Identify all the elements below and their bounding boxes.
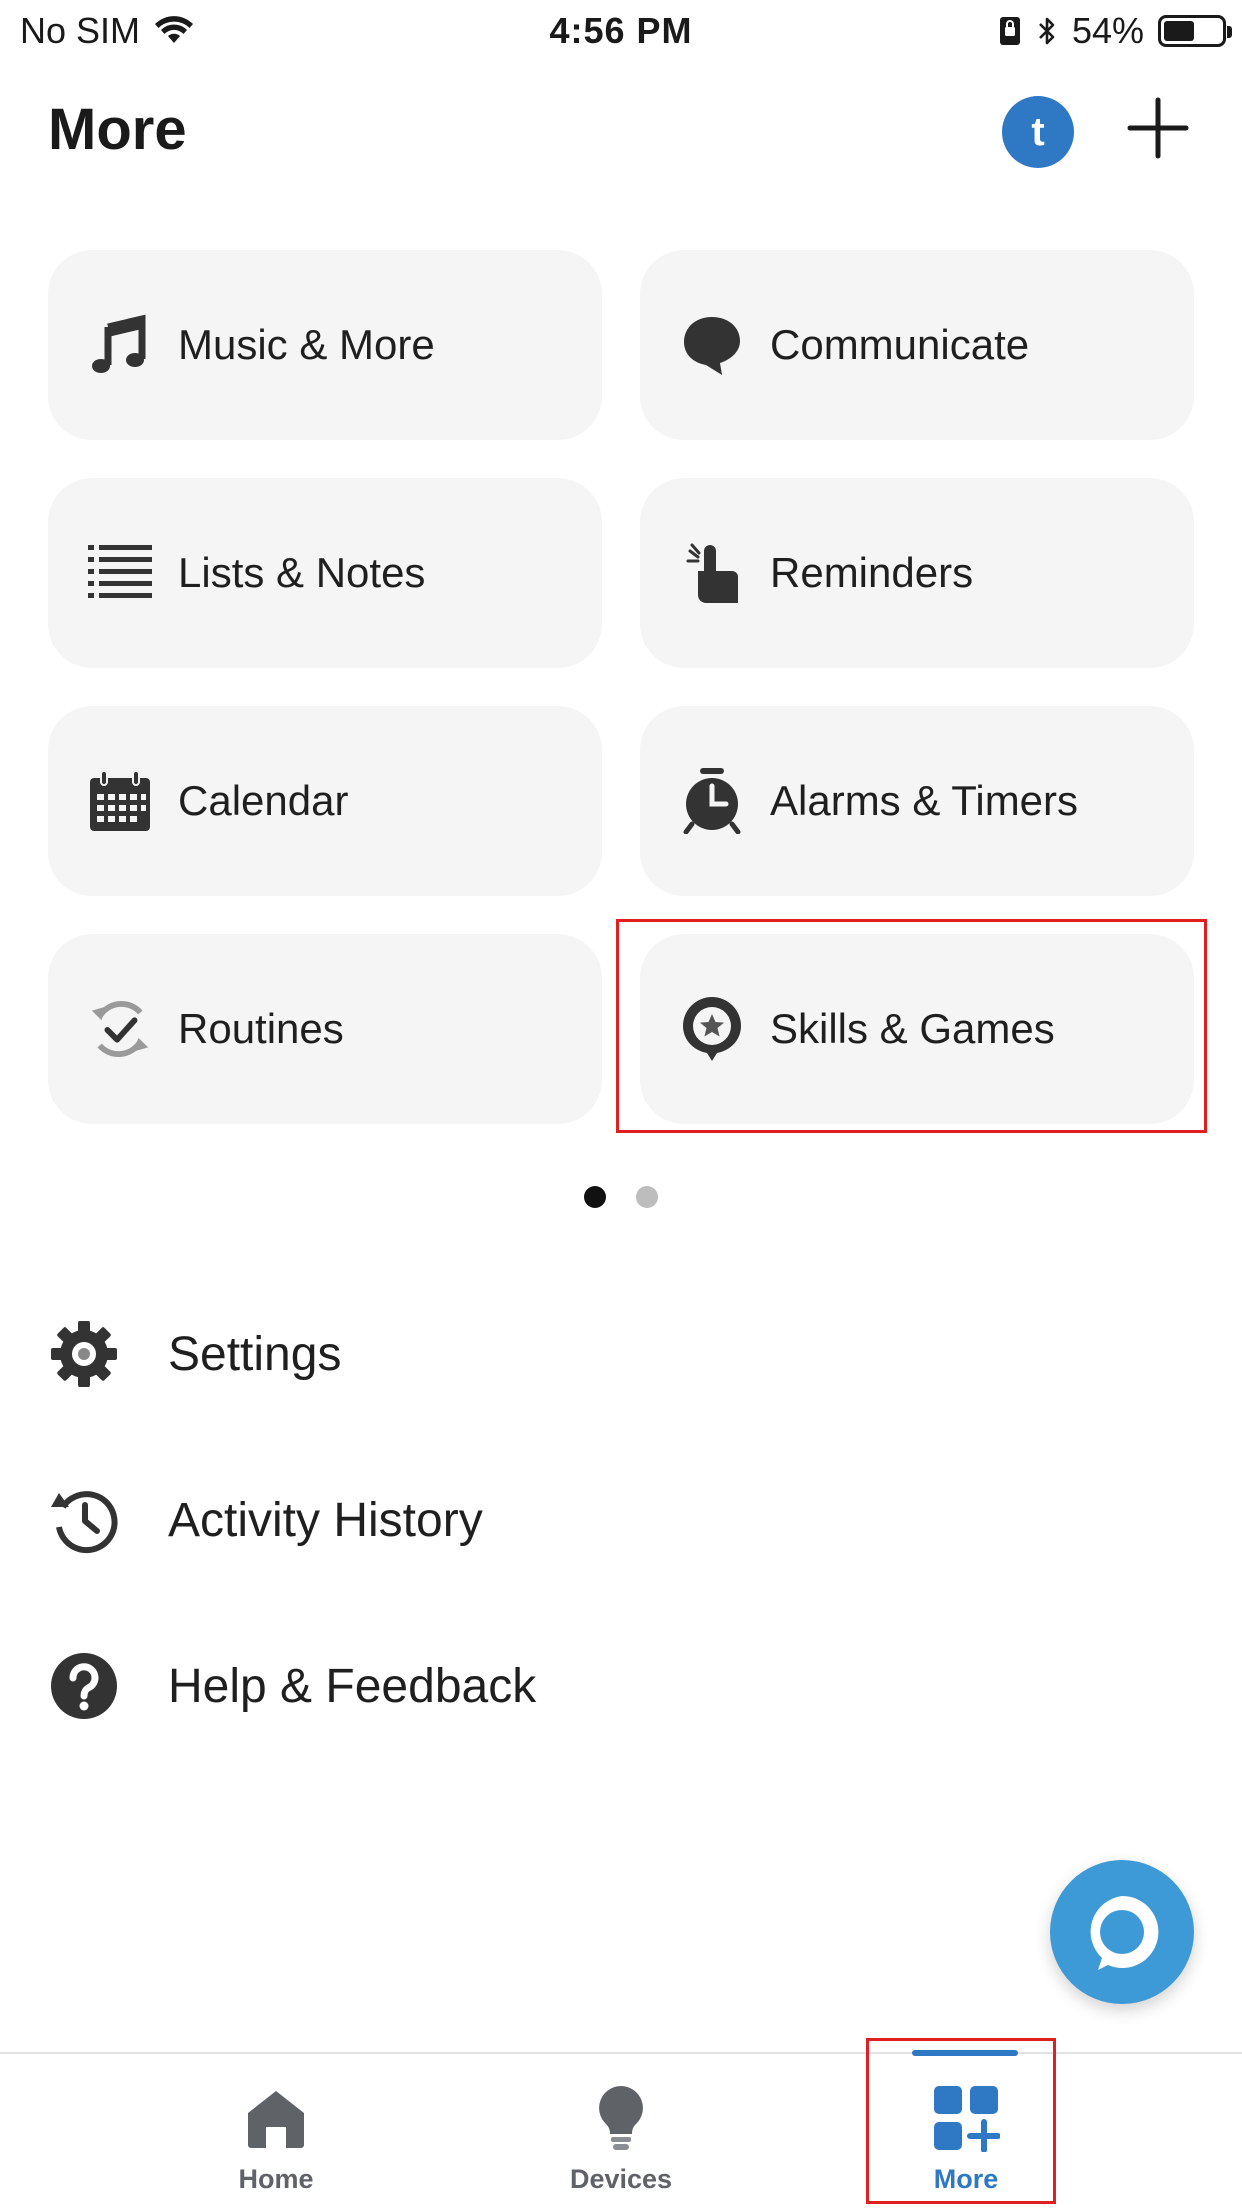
alarm-clock-icon [680,768,744,834]
list-item-label: Settings [168,1327,342,1381]
routines-check-icon [88,997,152,1061]
tile-label: Lists & Notes [178,549,426,596]
list-item-label: Activity History [168,1493,483,1547]
gear-icon [48,1318,120,1390]
plus-icon [1127,97,1189,159]
nav-home[interactable]: Home [176,2054,376,2208]
history-icon [48,1484,120,1556]
nav-label: Home [238,2164,314,2194]
highlight-skills-and-games [616,919,1207,1133]
tile-label: Music & More [178,321,435,368]
pager-dot-1[interactable] [584,1186,606,1208]
list-item-activity-history[interactable]: Activity History [48,1480,483,1560]
status-bar: No SIM 4:56 PM 54% [0,0,1242,62]
tile-routines[interactable]: Routines [48,934,602,1124]
list-item-label: Help & Feedback [168,1659,537,1713]
portrait-lock-icon [999,17,1020,45]
tile-lists-and-notes[interactable]: Lists & Notes [48,478,602,668]
list-item-settings[interactable]: Settings [48,1314,341,1394]
reminder-finger-icon [680,541,744,605]
list-item-help-and-feedback[interactable]: Help & Feedback [48,1646,536,1726]
nav-label: Devices [569,2164,673,2194]
status-right: 54% [998,10,1232,52]
tile-communicate[interactable]: Communicate [640,250,1194,440]
home-icon [240,2082,312,2154]
music-note-icon [88,313,152,377]
add-button[interactable] [1126,96,1190,160]
bluetooth-icon [1039,17,1055,45]
help-icon [48,1650,120,1722]
alexa-button[interactable] [1050,1860,1194,2004]
page-title: More [48,97,187,162]
tile-label: Calendar [178,777,349,824]
lightbulb-icon [585,2082,657,2154]
tile-calendar[interactable]: Calendar [48,706,602,896]
nav-devices[interactable]: Devices [521,2054,721,2208]
pager-dot-2[interactable] [636,1186,658,1208]
list-icon [88,541,152,605]
tile-label: Communicate [770,321,1030,368]
tile-reminders[interactable]: Reminders [640,478,1194,668]
tile-label: Alarms & Timers [770,777,1079,824]
battery-percent: 54% [1071,10,1144,51]
tile-alarms-and-timers[interactable]: Alarms & Timers [640,706,1194,896]
tile-label: Routines [178,1005,344,1052]
chat-bubble-icon [680,313,744,377]
alexa-ring-icon [1090,1895,1159,1970]
tile-label: Reminders [770,549,974,596]
highlight-nav-more [866,2038,1056,2204]
avatar[interactable]: t [1002,96,1074,168]
tile-music-and-more[interactable]: Music & More [48,250,602,440]
calendar-icon [88,769,152,833]
battery-icon [1158,15,1232,47]
